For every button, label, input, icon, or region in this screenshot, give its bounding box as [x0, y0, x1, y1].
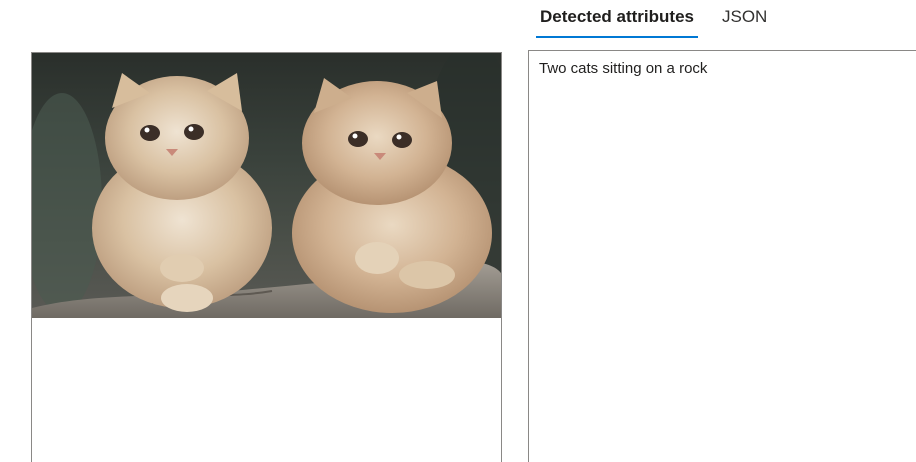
- result-tabs: Detected attributes JSON: [536, 0, 791, 38]
- page: Detected attributes JSON Two cats sittin…: [0, 0, 916, 462]
- image-caption: Two cats sitting on a rock: [539, 60, 708, 77]
- analyzed-image: [32, 53, 501, 318]
- tab-json[interactable]: JSON: [718, 0, 771, 38]
- image-panel: [31, 52, 502, 462]
- cats-photo-illustration: [32, 53, 501, 318]
- results-panel: Two cats sitting on a rock: [528, 50, 916, 462]
- tab-detected-attributes[interactable]: Detected attributes: [536, 0, 698, 38]
